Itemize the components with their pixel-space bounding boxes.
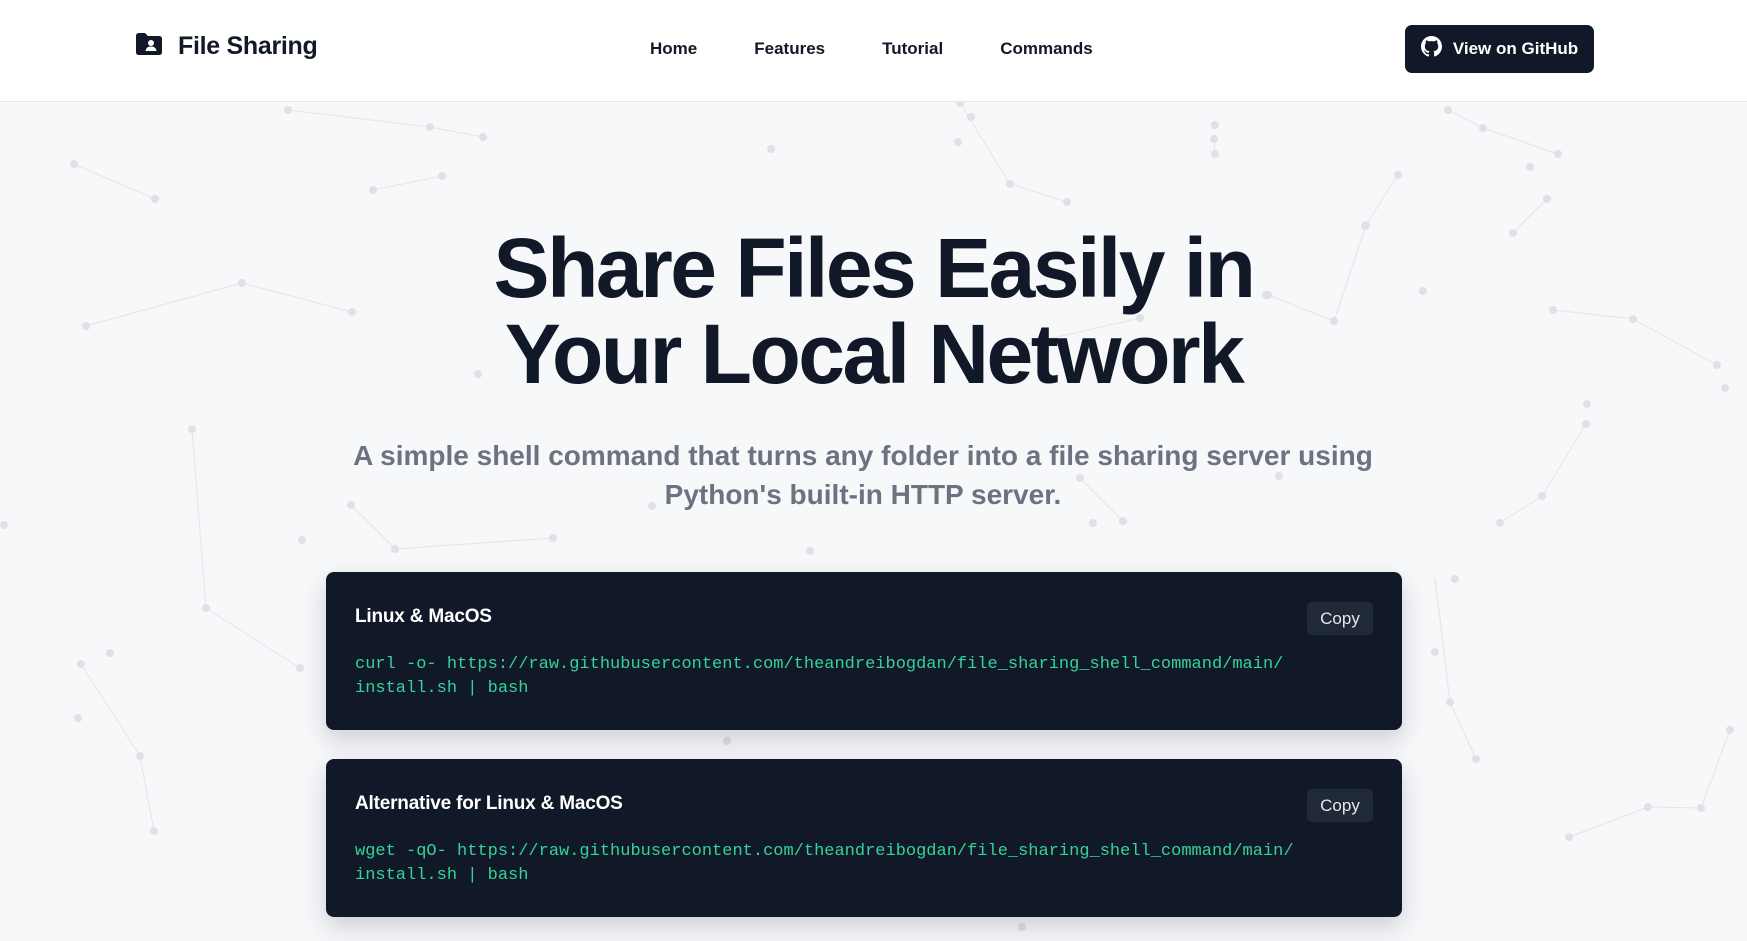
command-code-line2: install.sh | bash <box>355 679 529 698</box>
command-code-line1: wget -qO- https://raw.githubusercontent.… <box>355 842 1294 861</box>
brand-title: File Sharing <box>178 32 318 60</box>
copy-button[interactable]: Copy <box>1307 602 1373 635</box>
command-card-linux-macos: Linux & MacOS Copy curl -o- https://raw.… <box>326 572 1402 730</box>
github-button-label: View on GitHub <box>1452 39 1579 58</box>
hero-subtitle: A simple shell command that turns any fo… <box>353 440 1373 510</box>
hero-title-line1: Share Files Easily in <box>493 221 1256 315</box>
command-code-line1: curl -o- https://raw.githubusercontent.c… <box>355 655 1284 674</box>
nav-tutorial[interactable]: Tutorial <box>882 38 943 60</box>
github-icon <box>1420 36 1453 62</box>
view-on-github-button[interactable]: View on GitHub <box>1405 25 1594 73</box>
nav-commands[interactable]: Commands <box>1000 38 1093 60</box>
folder-user-icon <box>136 33 162 60</box>
site-header: File Sharing Home Features Tutorial Comm… <box>0 0 1747 102</box>
command-code-line2: install.sh | bash <box>355 866 529 885</box>
hero-title-line2: Your Local Network <box>504 307 1245 401</box>
brand[interactable]: File Sharing <box>136 32 318 61</box>
command-code[interactable]: wget -qO- https://raw.githubusercontent.… <box>355 840 1315 888</box>
command-label: Alternative for Linux & MacOS <box>355 793 623 814</box>
hero-title: Share Files Easily in Your Local Network <box>0 225 1747 397</box>
nav-home[interactable]: Home <box>650 38 697 60</box>
copy-button[interactable]: Copy <box>1307 789 1373 822</box>
command-code[interactable]: curl -o- https://raw.githubusercontent.c… <box>355 653 1315 701</box>
nav-features[interactable]: Features <box>754 38 825 60</box>
main-nav: Home Features Tutorial Commands <box>650 38 1150 60</box>
command-label: Linux & MacOS <box>355 606 492 627</box>
command-card-alternative: Alternative for Linux & MacOS Copy wget … <box>326 759 1402 917</box>
